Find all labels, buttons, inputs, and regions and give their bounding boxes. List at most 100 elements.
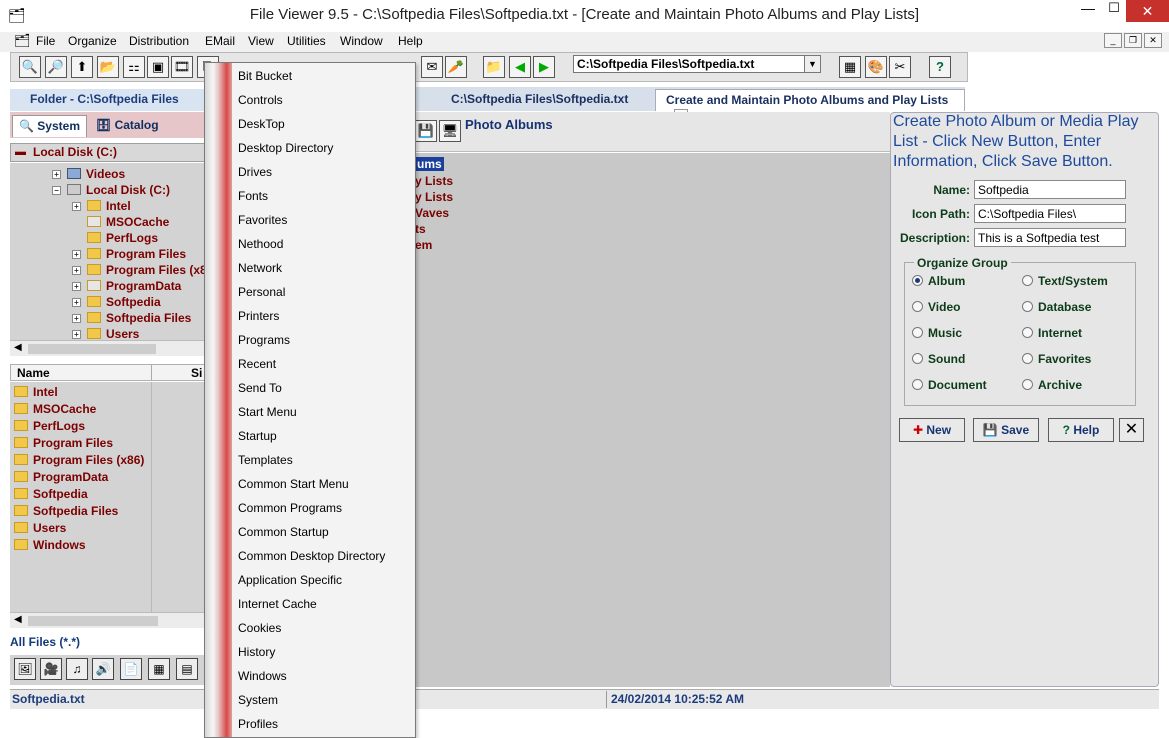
name-input[interactable]: Softpedia (974, 180, 1126, 199)
menu-item-history[interactable]: History (238, 645, 275, 659)
menu-item-printers[interactable]: Printers (238, 309, 279, 323)
radio-text-system[interactable]: Text/System (1022, 274, 1108, 288)
radio-favorites[interactable]: Favorites (1022, 352, 1091, 366)
tab-system[interactable]: 🔍 System (12, 115, 87, 137)
radio-archive[interactable]: Archive (1022, 378, 1082, 392)
expand-icon[interactable]: + (72, 314, 81, 323)
help-icon[interactable]: ? (929, 56, 951, 78)
list-item[interactable]: Users (14, 521, 66, 535)
tree-node[interactable]: + Program Files (x86) (72, 263, 217, 277)
tree-node[interactable]: + Users (72, 327, 139, 341)
tree-node[interactable]: ts (415, 222, 426, 236)
expand-icon[interactable]: + (52, 170, 61, 179)
menu-item-controls[interactable]: Controls (238, 93, 283, 107)
tree-node[interactable]: y Lists (415, 190, 453, 204)
tree-node[interactable]: + Softpedia Files (72, 311, 191, 325)
tree-node[interactable]: + ProgramData (72, 279, 181, 293)
file-filter[interactable]: All Files (*.*) (10, 635, 205, 652)
video-icon[interactable]: 🎥 (40, 658, 62, 680)
up-folder-icon[interactable]: ⬆ (71, 56, 93, 78)
menu-item-drives[interactable]: Drives (238, 165, 272, 179)
menu-item-profiles[interactable]: Profiles (238, 717, 278, 731)
doc-icon[interactable]: 🗂 (14, 33, 31, 49)
menu-item-recent[interactable]: Recent (238, 357, 276, 371)
path-combo[interactable]: C:\Softpedia Files\Softpedia.txt ▼ (573, 55, 821, 73)
new-button[interactable]: ✚ New (899, 418, 965, 442)
column-divider[interactable] (151, 365, 152, 380)
zoom-icon[interactable]: 🔍 (19, 56, 41, 78)
expand-icon[interactable]: + (72, 266, 81, 275)
sound-icon[interactable]: 🔊 (92, 658, 114, 680)
list-item[interactable]: Softpedia (14, 487, 88, 501)
tools-icon[interactable]: ✂ (889, 56, 911, 78)
list-scrollbar[interactable]: ◀ (10, 612, 205, 628)
menu-item-personal[interactable]: Personal (238, 285, 285, 299)
menu-utilities[interactable]: Utilities (287, 34, 326, 48)
folder-tree[interactable]: + Videos − Local Disk (C:) + Intel MSOCache… (10, 163, 217, 341)
expand-icon[interactable]: + (72, 202, 81, 211)
list-item[interactable]: Intel (14, 385, 58, 399)
help-button[interactable]: ? Help (1048, 418, 1114, 442)
mail-icon[interactable]: ✉ (421, 56, 443, 78)
list-item[interactable]: Windows (14, 538, 86, 552)
album-tree[interactable]: ums y Lists y Lists Vaves ts em (415, 153, 890, 687)
radio-music[interactable]: Music (912, 326, 962, 340)
menu-email[interactable]: EMail (205, 34, 235, 48)
scroll-left-icon[interactable]: ◀ (14, 342, 22, 353)
icon-path-input[interactable]: C:\Softpedia Files\ (974, 204, 1126, 223)
menu-item-favorites[interactable]: Favorites (238, 213, 287, 227)
chevron-down-icon[interactable]: ▼ (804, 56, 820, 72)
expand-icon[interactable]: + (72, 250, 81, 259)
table-icon[interactable]: ▦ (148, 658, 170, 680)
forward-icon[interactable]: ▶ (533, 56, 555, 78)
list-item[interactable]: MSOCache (14, 402, 96, 416)
image-icon[interactable]: 🖼 (14, 658, 36, 680)
search-files-icon[interactable]: 🔎 (45, 56, 67, 78)
mdi-close-icon[interactable]: ✕ (1144, 33, 1162, 48)
mdi-restore-icon[interactable]: ❐ (1124, 33, 1142, 48)
radio-internet[interactable]: Internet (1022, 326, 1082, 340)
menu-window[interactable]: Window (340, 34, 383, 48)
music-icon[interactable]: ♫ (66, 658, 88, 680)
scroll-left-icon[interactable]: ◀ (14, 614, 22, 625)
text-icon[interactable]: ▤ (176, 658, 198, 680)
menu-item-nethood[interactable]: Nethood (238, 237, 283, 251)
expand-icon[interactable]: + (72, 298, 81, 307)
menu-item-send-to[interactable]: Send To (238, 381, 282, 395)
tree-icon[interactable]: ⚏ (123, 56, 145, 78)
folder-icon[interactable]: 📁 (483, 56, 505, 78)
menu-organize[interactable]: Organize (68, 34, 117, 48)
radio-database[interactable]: Database (1022, 300, 1091, 314)
menu-item-application-specific[interactable]: Application Specific (238, 573, 342, 587)
minimize-icon[interactable]: — (1074, 0, 1102, 22)
carrot-icon[interactable]: 🥕 (445, 56, 467, 78)
tree-node[interactable]: + Softpedia (72, 295, 161, 309)
tab-softpedia-txt[interactable]: C:\Softpedia Files\Softpedia.txt (441, 89, 638, 111)
list-item[interactable]: Program Files (14, 436, 113, 450)
menu-file[interactable]: File (36, 34, 55, 48)
file-list[interactable]: Intel MSOCache PerfLogs Program Files Pr… (10, 382, 205, 612)
tree-node[interactable]: em (415, 238, 432, 252)
radio-document[interactable]: Document (912, 378, 987, 392)
tree-node[interactable]: + Program Files (72, 247, 186, 261)
tree-node[interactable]: + Videos (52, 167, 125, 181)
menu-distribution[interactable]: Distribution (129, 34, 189, 48)
scroll-thumb[interactable] (28, 344, 156, 354)
document-icon[interactable]: 📄 (120, 658, 142, 680)
tree-node[interactable]: y Lists (415, 174, 453, 188)
back-icon[interactable]: ◀ (509, 56, 531, 78)
menu-view[interactable]: View (248, 34, 274, 48)
menu-item-system[interactable]: System (238, 693, 278, 707)
radio-video[interactable]: Video (912, 300, 960, 314)
menu-item-desktop-directory[interactable]: Desktop Directory (238, 141, 333, 155)
menu-item-bit-bucket[interactable]: Bit Bucket (238, 69, 292, 83)
properties-icon[interactable]: ▦ (839, 56, 861, 78)
menu-item-cookies[interactable]: Cookies (238, 621, 281, 635)
maximize-icon[interactable]: ☐ (1102, 0, 1126, 22)
menu-item-network[interactable]: Network (238, 261, 282, 275)
catalog-icon[interactable]: ▣ (147, 56, 169, 78)
menu-item-common-programs[interactable]: Common Programs (238, 501, 342, 515)
menu-help[interactable]: Help (398, 34, 423, 48)
menu-item-desktop[interactable]: DeskTop (238, 117, 285, 131)
expand-icon[interactable]: + (72, 282, 81, 291)
